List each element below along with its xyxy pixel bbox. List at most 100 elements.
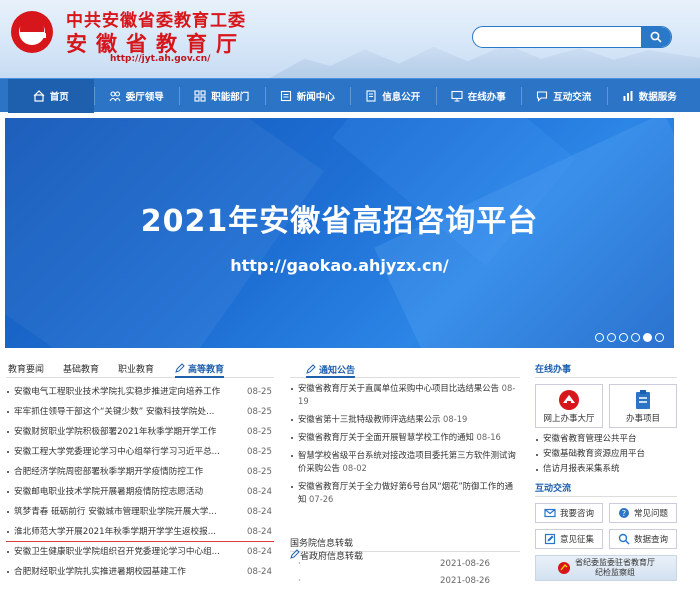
notice-head: 通知公告 (290, 362, 520, 378)
nav-label: 数据服务 (638, 92, 677, 103)
people-icon (109, 91, 121, 102)
list-item[interactable]: 安徽邮电职业技术学院开展暑期疫情防控志愿活动 08-24 (6, 482, 274, 502)
pencil-icon (175, 363, 185, 373)
nav-item-0[interactable]: 首页 (8, 79, 94, 113)
search-icon (650, 31, 662, 43)
notice-date: 08-02 (342, 463, 367, 473)
discipline-banner[interactable]: 省纪委监委驻省教育厅 纪检监察组 (535, 555, 677, 581)
banner-dot[interactable] (655, 333, 664, 342)
nav-label: 信息公开 (382, 92, 421, 103)
interact-edit[interactable]: 意见征集 (535, 529, 603, 549)
list-item-date: 08-25 (247, 447, 272, 457)
nav-item-3[interactable]: 新闻中心 (265, 79, 351, 113)
tab-2[interactable]: 职业教育 (118, 362, 154, 375)
site-url[interactable]: http://jyt.ah.gov.cn/ (110, 54, 210, 64)
list-item[interactable]: 淮北师范大学开展2021年秋季学期开学学生返校报... 08-24 (6, 522, 274, 542)
interact-question[interactable]: ? 常见问题 (609, 503, 677, 523)
search-input[interactable] (481, 29, 631, 45)
mail-icon (544, 508, 556, 518)
nav-separator (435, 87, 437, 105)
notice-title: 智慧学校省级平台系统对接改造项目委托第三方软件测试询价采购公告 (298, 450, 516, 473)
home-icon (33, 90, 45, 102)
banner-dot[interactable] (631, 333, 640, 342)
notice-title: 安徽省教育厅关于直属单位采购中心项目比选结果公告 (298, 383, 499, 393)
notice-date: 08-19 (443, 414, 468, 424)
gov-tabs: 国务院信息转载 省政府信息转载 (290, 536, 520, 562)
service-hall-logo[interactable]: 网上办事大厅 (535, 384, 603, 428)
service-link[interactable]: 安徽省教育管理公共平台 (535, 432, 677, 447)
list-item-date: 08-24 (247, 527, 272, 537)
party-emblem-icon (558, 562, 570, 574)
nav-item-4[interactable]: 信息公开 (350, 79, 436, 113)
monitor-icon (451, 90, 463, 102)
nav-item-5[interactable]: 在线办事 (436, 79, 522, 113)
nav-separator (179, 87, 180, 105)
tab-3[interactable]: 高等教育 (175, 362, 225, 378)
nav-item-6[interactable]: 互动交流 (521, 79, 607, 113)
question-icon: ? (618, 508, 629, 518)
banner-dot[interactable] (595, 333, 604, 342)
nav-separator (606, 87, 608, 105)
notice-item[interactable]: 安徽省教育厅关于直属单位采购中心项目比选结果公告 08-19 (290, 380, 520, 411)
interact-title: 互动交流 (535, 481, 677, 497)
notice-item[interactable]: 安徽省第十三批特级教师评选结果公示 08-19 (290, 411, 520, 429)
list-item[interactable]: 筑梦青春 砥砺前行 安徽城市管理职业学院开展大学... 08-24 (6, 502, 274, 522)
banner-dot[interactable] (643, 333, 652, 342)
education-logo-icon[interactable] (8, 6, 58, 56)
banner-pagination (595, 333, 664, 342)
list-item[interactable]: 安徽工程大学党委理论学习中心组举行学习习近平总... 08-25 (6, 442, 274, 462)
list-item[interactable]: 合肥经济学院周密部署秋季学期开学疫情防控工作 08-25 (6, 462, 274, 482)
nav-separator (521, 87, 522, 105)
search-box (472, 26, 672, 48)
gov-item[interactable]: · 2021-08-26 (290, 556, 520, 573)
service-clipboard[interactable]: 办事项目 (609, 384, 677, 428)
gov-item[interactable]: · 2021-08-26 (290, 573, 520, 590)
service-link[interactable]: 安徽基础教育资源应用平台 (535, 447, 677, 462)
search-button[interactable] (641, 27, 671, 47)
banner[interactable]: 2021年安徽省高招咨询平台 http://gaokao.ahjyzx.cn/ (5, 118, 674, 348)
nav-label: 互动交流 (553, 92, 592, 103)
list-item-date: 08-25 (247, 467, 272, 477)
nav-label: 职能部门 (211, 92, 250, 103)
list-item[interactable]: 安徽卫生健康职业学院组织召开党委理论学习中心组... 08-24 (6, 542, 274, 562)
interact-label: 我要咨询 (559, 509, 594, 519)
pencil-icon (306, 364, 316, 374)
banner-dot[interactable] (619, 333, 628, 342)
nav-label: 新闻中心 (296, 92, 335, 103)
interact-search[interactable]: 数据查询 (609, 529, 677, 549)
list-item-title: 淮北师范大学开展2021年秋季学期开学学生返校报... (14, 527, 216, 537)
chat-icon (537, 91, 548, 102)
list-item[interactable]: 牢牢抓住领导干部这个“关键少数” 安徽科技学院处... 08-25 (6, 402, 274, 422)
nav-item-7[interactable]: 数据服务 (607, 79, 693, 113)
list-item[interactable]: 合肥财经职业学院扎实推进暑期校园基建工作 08-24 (6, 562, 274, 582)
grid-icon (194, 90, 206, 102)
list-item-title: 安徽卫生健康职业学院组织召开党委理论学习中心组... (14, 547, 220, 557)
notice-item[interactable]: 智慧学校省级平台系统对接改造项目委托第三方软件测试询价采购公告 08-02 (290, 447, 520, 478)
tab-1[interactable]: 基础教育 (63, 362, 99, 375)
interact-grid: 我要咨询 ? 常见问题 意见征集 数据查询 (535, 503, 677, 549)
tab-gov-0[interactable]: 国务院信息转载 (290, 536, 520, 549)
site-header: 中共安徽省委教育工委 安徽省教育厅 http://jyt.ah.gov.cn/ (0, 0, 700, 78)
edit-icon (544, 533, 556, 545)
gov-list: · 2021-08-26 · 2021-08-26 (290, 556, 520, 590)
banner-title: 2021年安徽省高招咨询平台 (140, 204, 539, 239)
service-label: 网上办事大厅 (543, 414, 595, 424)
nav-item-1[interactable]: 委厅领导 (94, 79, 180, 113)
list-item[interactable]: 安徽电气工程职业技术学院扎实稳步推进定向培养工作 08-25 (6, 382, 274, 402)
interact-mail[interactable]: 我要咨询 (535, 503, 603, 523)
notice-item[interactable]: 安徽省教育厅关于全面开展智慧学校工作的通知 08-16 (290, 429, 520, 447)
service-link[interactable]: 信访月报表采集系统 (535, 462, 677, 477)
tab-notice-label: 通知公告 (319, 365, 356, 376)
nav-label: 首页 (49, 92, 69, 103)
list-item-date: 08-25 (247, 427, 272, 437)
list-item-title: 牢牢抓住领导干部这个“关键少数” 安徽科技学院处... (14, 407, 215, 417)
list-item[interactable]: 安徽财贸职业学院积极部署2021年秋季学期开学工作 08-25 (6, 422, 274, 442)
nav-item-2[interactable]: 职能部门 (179, 79, 265, 113)
notice-item[interactable]: 安徽省教育厅关于全力做好第6号台风“烟花”防御工作的通知 07-26 (290, 478, 520, 509)
list-item-title: 安徽电气工程职业技术学院扎实稳步推进定向培养工作 (14, 387, 221, 397)
notice-list: 安徽省教育厅关于直属单位采购中心项目比选结果公告 08-19 安徽省第十三批特级教… (290, 380, 520, 528)
gov-item-title: · (298, 559, 301, 569)
banner-dot[interactable] (607, 333, 616, 342)
tab-0[interactable]: 教育要闻 (8, 362, 44, 375)
tab-notice[interactable]: 通知公告 (306, 362, 356, 378)
